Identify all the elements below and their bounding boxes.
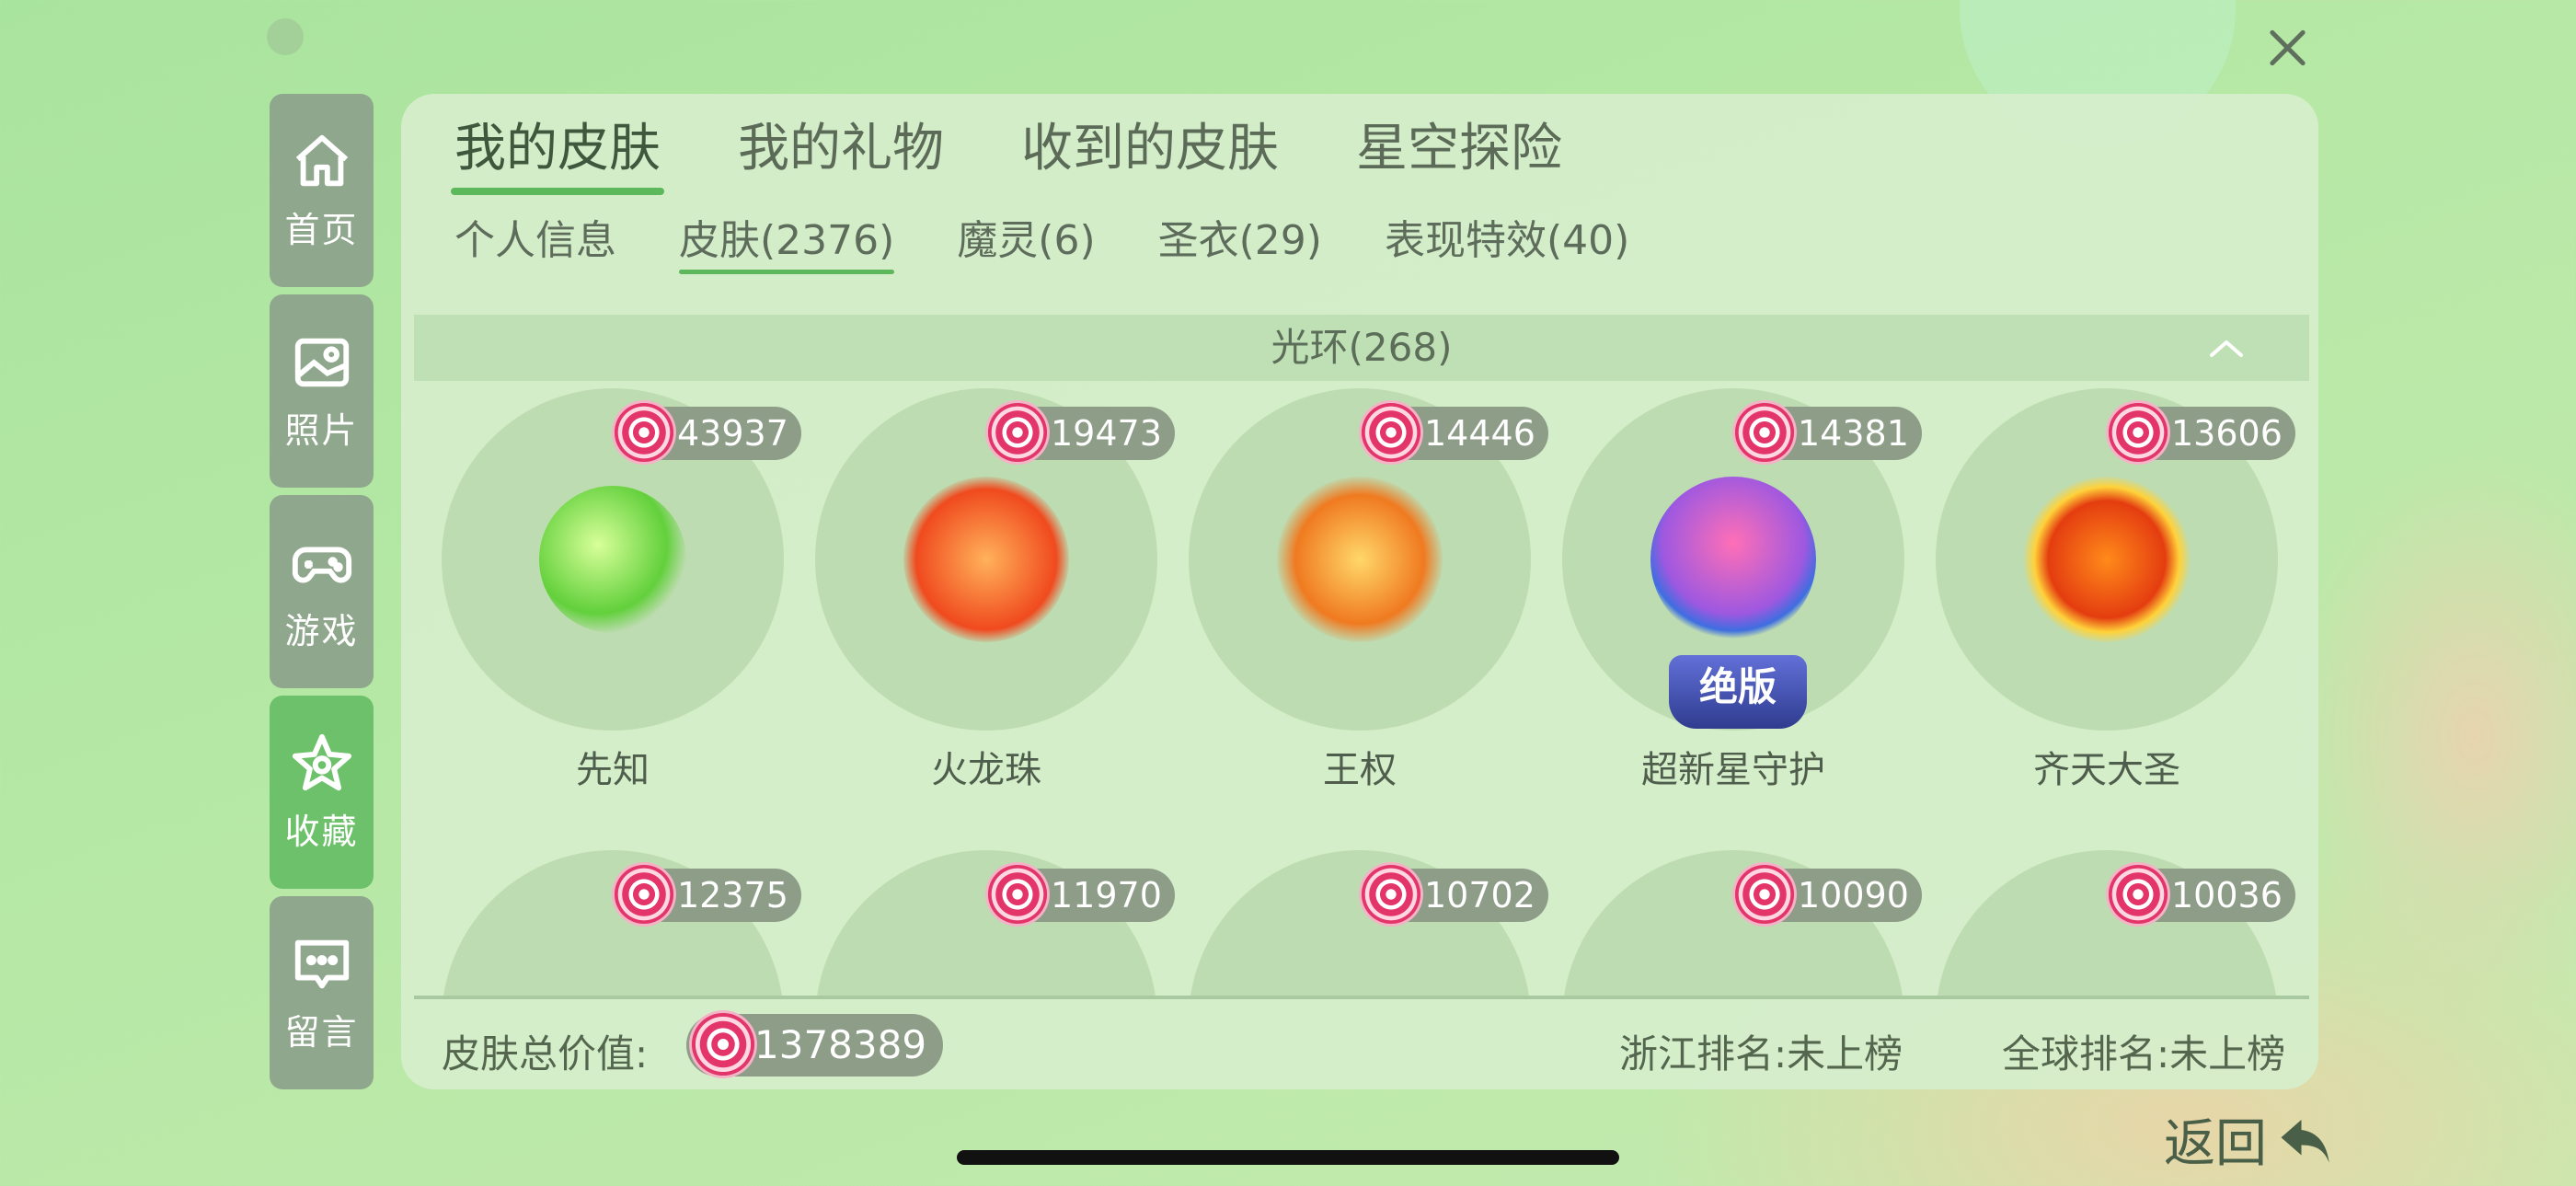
tab-spirits[interactable]: 魔灵(6) [957, 213, 1095, 269]
sidebar-item-home[interactable]: 首页 [270, 94, 374, 287]
sidebar-item-messages[interactable]: 留言 [270, 896, 374, 1089]
skin-name: 超新星守护 [1641, 749, 1825, 791]
tab-skins[interactable]: 皮肤(2376) [679, 213, 895, 274]
star-icon [292, 733, 351, 790]
monkey-king-halo-icon [2024, 477, 2190, 642]
sidebar-item-favorites[interactable]: 收藏 [270, 696, 374, 889]
value-badge: 19473 [986, 403, 1175, 462]
gamepad-icon [292, 547, 351, 582]
supernova-halo-icon [1650, 477, 1816, 642]
sidebar-item-games[interactable]: 游戏 [270, 495, 374, 688]
local-rank: 浙江排名:未上榜 [1619, 1031, 1903, 1077]
sidebar: 首页 照片 游戏 收藏 留言 [270, 94, 374, 1097]
candy-icon [2109, 865, 2168, 924]
close-icon[interactable] [2259, 18, 2317, 77]
value-badge: 14381 [1733, 403, 1922, 462]
value-badge: 10090 [1733, 865, 1922, 924]
candy-icon [988, 403, 1047, 462]
tab-profile[interactable]: 个人信息 [454, 213, 616, 269]
sidebar-item-label: 首页 [284, 209, 359, 250]
home-icon [295, 134, 348, 186]
message-icon [294, 939, 349, 988]
candy-icon [615, 403, 673, 462]
group-header[interactable]: 光环(268) [414, 315, 2309, 381]
skin-grid: 43937 先知 19473 火龙珠 14446 王权 绝版 14381 超新星… [414, 388, 2309, 996]
back-label: 返回 [2164, 1114, 2267, 1174]
limited-edition-tag: 绝版 [1669, 655, 1807, 729]
value-badge: 10036 [2107, 865, 2295, 924]
back-button[interactable]: 返回 [2164, 1102, 2337, 1177]
bokeh-decoration [267, 18, 304, 55]
bokeh-decoration [2282, 451, 2576, 1021]
value-badge: 12375 [613, 865, 801, 924]
global-rank: 全球排名:未上榜 [2002, 1031, 2286, 1077]
total-value-label: 皮肤总价值: [442, 1031, 649, 1077]
total-value-badge: 1378389 [686, 1013, 944, 1077]
value-badge: 14446 [1360, 403, 1548, 462]
tab-my-skins[interactable]: 我的皮肤 [451, 112, 664, 195]
image-icon [294, 338, 349, 386]
back-arrow-icon [2281, 1119, 2329, 1163]
skin-name: 先知 [576, 749, 650, 791]
candy-icon [1735, 865, 1794, 924]
main-panel: 我的皮肤 我的礼物 收到的皮肤 星空探险 个人信息 皮肤(2376) 魔灵(6)… [401, 94, 2318, 1089]
value-badge: 13606 [2107, 403, 2295, 462]
main-tabs: 我的皮肤 我的礼物 收到的皮肤 星空探险 [451, 112, 1639, 195]
candy-icon [1735, 403, 1794, 462]
skin-name: 王权 [1323, 749, 1397, 791]
tab-my-gifts[interactable]: 我的礼物 [738, 112, 944, 186]
value-badge: 11970 [986, 865, 1175, 924]
candy-icon [988, 865, 1047, 924]
candy-icon [615, 865, 673, 924]
sidebar-item-label: 收藏 [284, 811, 359, 852]
value-badge: 10702 [1360, 865, 1548, 924]
tab-armor[interactable]: 圣衣(29) [1158, 213, 1322, 269]
fire-dragon-orb-icon [903, 477, 1069, 642]
sidebar-item-label: 照片 [284, 409, 359, 451]
value-badge: 43937 [613, 403, 801, 462]
sidebar-item-label: 游戏 [284, 610, 359, 651]
tab-effects[interactable]: 表现特效(40) [1385, 213, 1629, 269]
group-title: 光环(268) [1271, 325, 1453, 370]
divider [414, 996, 2309, 999]
chevron-up-icon[interactable] [2208, 337, 2245, 359]
tab-star-adventure[interactable]: 星空探险 [1356, 112, 1562, 186]
sub-tabs: 个人信息 皮肤(2376) 魔灵(6) 圣衣(29) 表现特效(40) [454, 213, 1692, 274]
candy-icon [2109, 403, 2168, 462]
skin-name: 齐天大圣 [2033, 749, 2180, 791]
sidebar-item-label: 留言 [284, 1011, 359, 1053]
tab-received-skins[interactable]: 收到的皮肤 [1021, 112, 1279, 186]
skin-name: 火龙珠 [931, 749, 1041, 791]
candy-icon [1362, 403, 1420, 462]
scepter-halo-icon [1277, 477, 1443, 642]
home-indicator [957, 1150, 1619, 1165]
candy-icon [1362, 865, 1420, 924]
prophet-halo-icon [539, 486, 686, 633]
candy-icon [692, 1013, 754, 1076]
sidebar-item-photos[interactable]: 照片 [270, 294, 374, 488]
